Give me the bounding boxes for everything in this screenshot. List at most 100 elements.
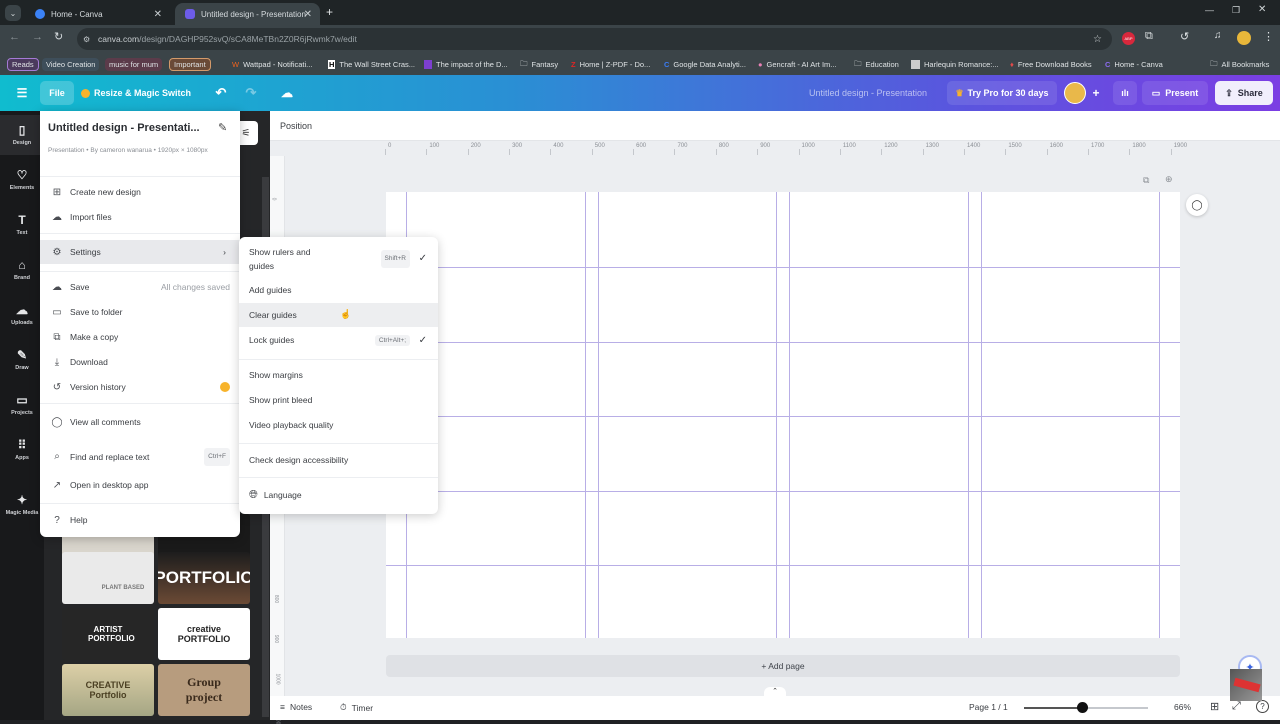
help-icon[interactable]: ? <box>1256 700 1269 713</box>
guide-line-horizontal[interactable] <box>386 491 1180 492</box>
user-avatar[interactable] <box>1064 82 1086 104</box>
bookmark-item[interactable]: C Home - Canva <box>1105 57 1163 71</box>
menu-item-video-playback-quality[interactable]: Video playback quality <box>239 414 438 436</box>
cloud-saved-icon[interactable]: ☁ <box>276 81 298 105</box>
browser-tab-design[interactable]: Untitled design - Presentation ✕ <box>175 3 320 25</box>
add-page-button[interactable]: + Add page <box>386 655 1180 677</box>
rail-item-uploads[interactable]: ☁ Uploads <box>0 295 44 335</box>
template-thumbnail[interactable]: ARTIST PORTFOLIO <box>62 608 154 660</box>
restore-button[interactable]: ❐ <box>1232 5 1240 16</box>
menu-item-clear-guides[interactable]: Clear guides ☝ <box>239 303 438 327</box>
url-input[interactable]: ⚙ canva.com/design/DAGHP952svQ/sCA8MeTBn… <box>77 28 1112 50</box>
menu-item-language[interactable]: 🌐︎ Language <box>239 484 438 506</box>
rail-item-projects[interactable]: ▭ Projects <box>0 385 44 425</box>
bookmark-item[interactable]: ♦ Free Download Books <box>1010 57 1092 71</box>
menu-item-save[interactable]: ☁ Save All changes saved <box>40 276 240 298</box>
present-button[interactable]: ▭ Present <box>1142 81 1208 105</box>
rail-item-elements[interactable]: ♡ Elements <box>0 160 44 200</box>
comment-button[interactable]: ◯ <box>1186 194 1208 216</box>
tab-search-button[interactable]: ⌄ <box>5 5 21 21</box>
bookmark-chip-important[interactable]: Important <box>169 57 211 71</box>
template-thumbnail[interactable]: PORTFOLIO <box>158 552 250 604</box>
rail-item-magic-media[interactable]: ✦ Magic Media <box>0 485 44 525</box>
rail-item-draw[interactable]: ✎ Draw <box>0 340 44 380</box>
bookmark-item[interactable]: Harlequin Romance:... <box>911 57 999 71</box>
file-menu-button[interactable]: File <box>40 81 74 105</box>
profile-avatar[interactable] <box>1237 31 1251 45</box>
bookmark-chip-music[interactable]: music for mum <box>105 57 163 71</box>
close-tab-icon[interactable]: ✕ <box>304 9 312 20</box>
design-page[interactable] <box>386 192 1180 638</box>
menu-item-download[interactable]: ⤓ Download <box>40 351 240 373</box>
menu-item-help[interactable]: ? Help <box>40 509 240 531</box>
main-menu-icon[interactable]: ☰ <box>10 81 34 105</box>
bookmark-star-icon[interactable]: ☆ <box>1093 34 1102 45</box>
try-pro-button[interactable]: ♛ Try Pro for 30 days <box>947 81 1057 105</box>
resize-magic-switch-button[interactable]: Resize & Magic Switch <box>80 81 192 105</box>
bookmark-chip-video-creation[interactable]: Video Creation <box>42 57 100 71</box>
add-page-icon[interactable]: ⊕ <box>1165 174 1173 185</box>
menu-item-find-and-replace[interactable]: ⌕ Find and replace text Ctrl+F <box>40 442 240 472</box>
template-thumbnail[interactable]: creative PORTFOLIO <box>158 608 250 660</box>
notes-button[interactable]: ≡ Notes <box>280 702 312 712</box>
template-thumbnail[interactable]: CREATIVE Portfolio <box>62 664 154 716</box>
menu-item-save-to-folder[interactable]: ▭ Save to folder <box>40 301 240 323</box>
rail-item-apps[interactable]: ⠿ Apps <box>0 430 44 470</box>
media-icon[interactable]: ♫ <box>1214 30 1222 41</box>
guide-line-horizontal[interactable] <box>386 342 1180 343</box>
rail-item-text[interactable]: T Text <box>0 205 44 245</box>
guide-line-vertical[interactable] <box>776 192 777 638</box>
menu-item-check-design-accessibility[interactable]: Check design accessibility <box>239 449 438 471</box>
bookmark-item[interactable]: C Google Data Analyti... <box>664 57 746 71</box>
doc-title[interactable]: Untitled design - Presentation <box>796 81 940 105</box>
bookmark-item[interactable]: W Wattpad - Notificati... <box>232 57 312 71</box>
adblock-extension-icon[interactable]: ABP <box>1122 32 1135 45</box>
edit-title-icon[interactable]: ✎ <box>218 121 227 134</box>
guide-line-vertical[interactable] <box>789 192 790 638</box>
add-collaborator-button[interactable]: + <box>1087 81 1105 105</box>
duplicate-page-icon[interactable]: ⧉ <box>1143 175 1149 186</box>
zoom-slider-handle[interactable] <box>1077 702 1089 713</box>
close-window-button[interactable]: ✕ <box>1258 4 1266 15</box>
bookmark-chip-reads[interactable]: Reads <box>7 57 39 71</box>
menu-item-open-in-desktop-app[interactable]: ↗ Open in desktop app <box>40 474 240 496</box>
guide-line-horizontal[interactable] <box>386 565 1180 566</box>
menu-item-show-rulers-and-guides[interactable]: Show rulers and guides Shift+R ✓ <box>239 244 438 274</box>
menu-item-make-a-copy[interactable]: ⧉ Make a copy <box>40 326 240 348</box>
close-tab-icon[interactable]: ✕ <box>154 9 162 20</box>
bookmark-folder[interactable]: 🗀 Fantasy <box>520 57 558 71</box>
guide-line-vertical[interactable] <box>968 192 969 638</box>
back-icon[interactable]: ← <box>9 31 20 43</box>
timer-button[interactable]: ⏱ Timer <box>340 702 373 713</box>
redo-icon[interactable]: ↷ <box>240 81 262 105</box>
template-thumbnail[interactable]: PLANT BASED <box>62 552 154 604</box>
menu-item-show-print-bleed[interactable]: Show print bleed <box>239 389 438 411</box>
forward-icon[interactable]: → <box>32 31 43 43</box>
menu-item-lock-guides[interactable]: Lock guides Ctrl+Alt+; ✓ <box>239 329 438 351</box>
fullscreen-icon[interactable]: ⤢ <box>1232 700 1241 713</box>
horizontal-ruler[interactable]: 0 100 200 300 400 500 600 700 800 900 1000 1100 1200… <box>385 141 1187 156</box>
insights-icon[interactable]: ılı <box>1113 81 1137 105</box>
guide-line-vertical[interactable] <box>598 192 599 638</box>
bookmark-item[interactable]: The impact of the D... <box>424 57 508 71</box>
menu-item-show-margins[interactable]: Show margins <box>239 364 438 386</box>
minimize-button[interactable]: — <box>1205 5 1214 15</box>
bookmark-item[interactable]: H The Wall Street Cras... <box>328 57 415 71</box>
extensions-icon[interactable]: ⧉ <box>1145 30 1153 43</box>
guide-line-vertical[interactable] <box>1159 192 1160 638</box>
menu-item-add-guides[interactable]: Add guides <box>239 279 438 301</box>
guide-line-vertical[interactable] <box>585 192 586 638</box>
rail-item-brand[interactable]: ⌂ Brand <box>0 250 44 290</box>
page-indicator[interactable]: Page 1 / 1 <box>969 702 1008 712</box>
reload-icon[interactable]: ↻ <box>54 30 63 43</box>
rail-item-design[interactable]: ▯ Design <box>0 115 44 155</box>
bookmark-folder[interactable]: 🗀 Education <box>854 57 899 71</box>
browser-menu-icon[interactable]: ⋮ <box>1263 30 1274 43</box>
all-bookmarks-button[interactable]: 🗀 All Bookmarks <box>1210 57 1269 71</box>
menu-item-settings[interactable]: ⚙ Settings › <box>40 240 240 264</box>
bookmark-item[interactable]: Z Home | Z-PDF - Do... <box>571 57 650 71</box>
template-thumbnail[interactable]: Group project <box>158 664 250 716</box>
menu-item-version-history[interactable]: ↺ Version history <box>40 376 240 398</box>
menu-item-create-new-design[interactable]: ⊞ Create new design <box>40 181 240 203</box>
menu-item-import-files[interactable]: ☁ Import files <box>40 206 240 228</box>
